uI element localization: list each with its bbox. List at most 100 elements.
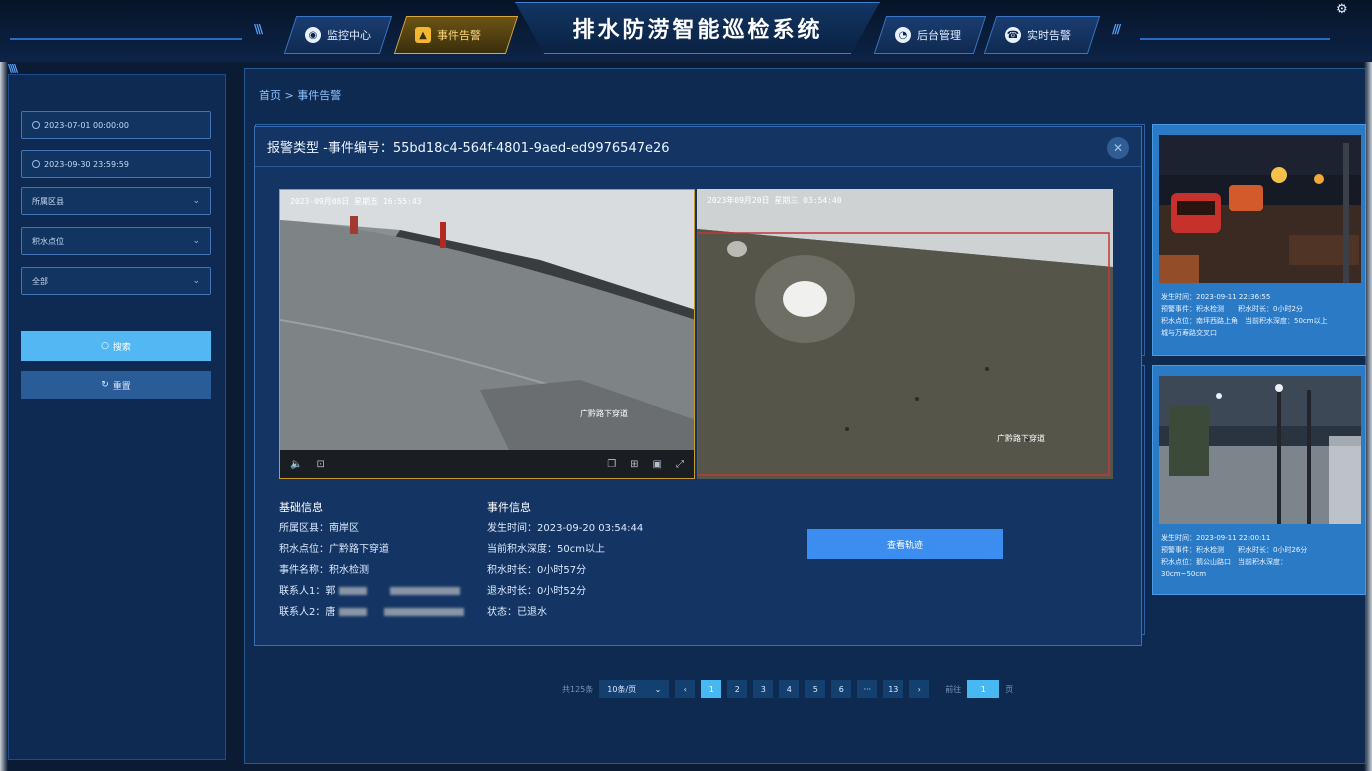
reset-button-label: 重置 bbox=[112, 381, 131, 392]
top-bar: \\\ ◉ 监控中心 ▲ 事件告警 排水防涝智能巡检系统 ◔ 后台管理 ☎ 实时… bbox=[0, 0, 1372, 62]
bell-icon: ▲ bbox=[415, 27, 431, 43]
video-osd-time: 2023-09月08日 星期五 16:55:43 bbox=[290, 197, 422, 206]
info-row-contact-1: 联系人1：郭 bbox=[279, 581, 464, 602]
page-5[interactable]: 5 bbox=[805, 680, 826, 698]
redacted-name bbox=[338, 608, 367, 616]
card-point-extra: 30cm~50cm bbox=[1161, 570, 1207, 578]
tunnel-road-frame bbox=[280, 190, 694, 452]
alarm-icon: ☎ bbox=[1005, 27, 1021, 43]
info-row-area: 所属区县：南岸区 bbox=[279, 523, 359, 534]
goto-label: 前往 bbox=[945, 684, 962, 694]
chevron-down-icon: ⌄ bbox=[654, 684, 662, 694]
search-icon: ○ bbox=[101, 341, 109, 351]
flooded-tunnel-frame bbox=[697, 189, 1113, 479]
video-location-label: 广黔路下穿道 bbox=[580, 409, 628, 418]
next-page-button[interactable]: › bbox=[909, 680, 930, 698]
nav-label: 实时告警 bbox=[1027, 29, 1071, 42]
info-row-contact-2: 联系人2：唐 bbox=[279, 602, 464, 623]
page-4[interactable]: 4 bbox=[779, 680, 800, 698]
gear-icon[interactable]: ⚙ bbox=[1336, 2, 1348, 17]
event-thumbnail bbox=[1159, 376, 1361, 524]
page-ellipsis[interactable]: ··· bbox=[857, 680, 878, 698]
total-count: 共125条 bbox=[562, 684, 594, 694]
modal-title: 报警类型 -事件编号：55bd18c4-564f-4801-9aed-ed997… bbox=[267, 141, 670, 156]
page-1[interactable]: 1 bbox=[701, 680, 722, 698]
event-card-info: 发生时间：2023-09-11 22:36:55 预警事件：积水检测 积水时长：… bbox=[1161, 291, 1365, 339]
header-line-right bbox=[1140, 38, 1330, 40]
event-thumbnail bbox=[1159, 135, 1361, 283]
copy-icon[interactable]: ❐ bbox=[607, 459, 616, 470]
pie-chart-icon: ◔ bbox=[895, 27, 911, 43]
video-player-left[interactable]: 2023-09月08日 星期五 16:55:43 广黔路下穿道 🔈 ⊡ ❐ ⊞ … bbox=[279, 189, 695, 479]
redacted-name bbox=[338, 587, 367, 595]
nav-realtime-alarm[interactable]: ☎ 实时告警 bbox=[983, 16, 1101, 54]
nav-monitor-center[interactable]: ◉ 监控中心 bbox=[283, 16, 393, 54]
start-time-value: 2023-07-01 00:00:00 bbox=[44, 120, 129, 130]
event-info-section: 事件信息 发生时间：2023-09-20 03:54:44 当前积水深度：50c… bbox=[487, 497, 643, 623]
camera-icon[interactable]: ⊡ bbox=[316, 459, 324, 470]
nav-event-alarm[interactable]: ▲ 事件告警 bbox=[393, 16, 519, 54]
page-13[interactable]: 13 bbox=[883, 680, 904, 698]
nav-label: 后台管理 bbox=[917, 29, 961, 42]
page-3[interactable]: 3 bbox=[753, 680, 774, 698]
view-track-button[interactable]: 查看轨迹 bbox=[807, 529, 1003, 559]
goto-suffix: 页 bbox=[1005, 684, 1014, 694]
page-size-select[interactable]: 10条/页 ⌄ bbox=[599, 680, 670, 698]
area-select-placeholder: 所属区县 bbox=[32, 196, 64, 206]
event-card[interactable]: 发生时间：2023-09-11 22:00:11 预警事件：积水检测 积水时长：… bbox=[1152, 365, 1366, 595]
end-time-value: 2023-09-30 23:59:59 bbox=[44, 159, 129, 169]
card-point: 积水点位：南坪西路上角 当前积水深度：50cm以上 bbox=[1161, 317, 1328, 325]
header-slash-decor: \\\ bbox=[254, 22, 263, 36]
nav-admin[interactable]: ◔ 后台管理 bbox=[873, 16, 987, 54]
basic-info-section: 基础信息 所属区县：南岸区 积水点位：广黔路下穿道 事件名称：积水检测 联系人1… bbox=[279, 497, 464, 623]
info-row-point: 积水点位：广黔路下穿道 bbox=[279, 544, 389, 555]
page-6[interactable]: 6 bbox=[831, 680, 852, 698]
redacted-phone bbox=[389, 587, 460, 595]
event-card-info: 发生时间：2023-09-11 22:00:11 预警事件：积水检测 积水时长：… bbox=[1161, 532, 1365, 580]
card-time: 发生时间：2023-09-11 22:00:11 bbox=[1161, 534, 1271, 542]
close-icon: ✕ bbox=[1112, 141, 1124, 155]
fullscreen-icon[interactable]: ⤢ bbox=[676, 459, 684, 470]
close-button[interactable]: ✕ bbox=[1107, 137, 1129, 159]
water-point-select[interactable]: 积水点位 ⌄ bbox=[21, 227, 211, 255]
prev-page-button[interactable]: ‹ bbox=[675, 680, 696, 698]
filter-sidebar: 2023-07-01 00:00:00 2023-09-30 23:59:59 … bbox=[8, 74, 226, 760]
breadcrumb[interactable]: 首页 > 事件告警 bbox=[259, 87, 341, 103]
card-time: 发生时间：2023-09-11 22:36:55 bbox=[1161, 293, 1271, 301]
system-title: 排水防涝智能巡检系统 bbox=[572, 18, 823, 43]
video-control-bar: 🔈 ⊡ ❐ ⊞ ▣ ⤢ bbox=[280, 450, 694, 478]
event-detail-modal: 报警类型 -事件编号：55bd18c4-564f-4801-9aed-ed997… bbox=[254, 126, 1142, 646]
header-line-left bbox=[10, 38, 242, 40]
clock-icon bbox=[32, 121, 40, 129]
nav-label: 事件告警 bbox=[437, 29, 481, 42]
event-card[interactable]: 发生时间：2023-09-11 22:36:55 预警事件：积水检测 积水时长：… bbox=[1152, 124, 1366, 356]
nav-label: 监控中心 bbox=[327, 29, 371, 42]
video-player-right[interactable]: 2023年09月20日 星期三 03:54:40 广黔路下穿道 bbox=[697, 189, 1113, 479]
card-point: 积水点位：鹅公山路口 当前积水深度： bbox=[1161, 558, 1287, 566]
snapshot-icon[interactable]: ▣ bbox=[653, 459, 662, 470]
video-location-label: 广黔路下穿道 bbox=[997, 434, 1045, 443]
chevron-down-icon: ⌄ bbox=[192, 236, 200, 246]
info-row-recede: 退水时长：0小时52分 bbox=[487, 586, 587, 597]
search-button-label: 搜索 bbox=[112, 342, 131, 353]
card-event: 预警事件：积水检测 积水时长：0小时2分 bbox=[1161, 305, 1303, 313]
start-time-input[interactable]: 2023-07-01 00:00:00 bbox=[21, 111, 211, 139]
goto-page-input[interactable]: 1 bbox=[967, 680, 1000, 698]
water-point-placeholder: 积水点位 bbox=[32, 236, 64, 246]
page-2[interactable]: 2 bbox=[727, 680, 748, 698]
layout-icon[interactable]: ⊞ bbox=[630, 459, 638, 470]
pagination: 共125条 10条/页 ⌄ ‹ 1 2 3 4 5 6 ··· 13 › 前往 … bbox=[562, 679, 1013, 699]
chevron-right-icon: › bbox=[917, 684, 921, 694]
area-select[interactable]: 所属区县 ⌄ bbox=[21, 187, 211, 215]
volume-icon[interactable]: 🔈 bbox=[290, 459, 302, 470]
redacted-phone bbox=[383, 608, 464, 616]
end-time-input[interactable]: 2023-09-30 23:59:59 bbox=[21, 150, 211, 178]
search-button[interactable]: ○ 搜索 bbox=[21, 331, 211, 361]
status-select[interactable]: 全部 ⌄ bbox=[21, 267, 211, 295]
video-osd-time: 2023年09月20日 星期三 03:54:40 bbox=[707, 196, 842, 205]
event-info-heading: 事件信息 bbox=[487, 501, 531, 514]
card-point-extra: 城与万寿路交叉口 bbox=[1161, 329, 1217, 337]
reset-button[interactable]: ↻ 重置 bbox=[21, 371, 211, 399]
basic-info-heading: 基础信息 bbox=[279, 501, 323, 514]
status-select-value: 全部 bbox=[32, 276, 48, 286]
